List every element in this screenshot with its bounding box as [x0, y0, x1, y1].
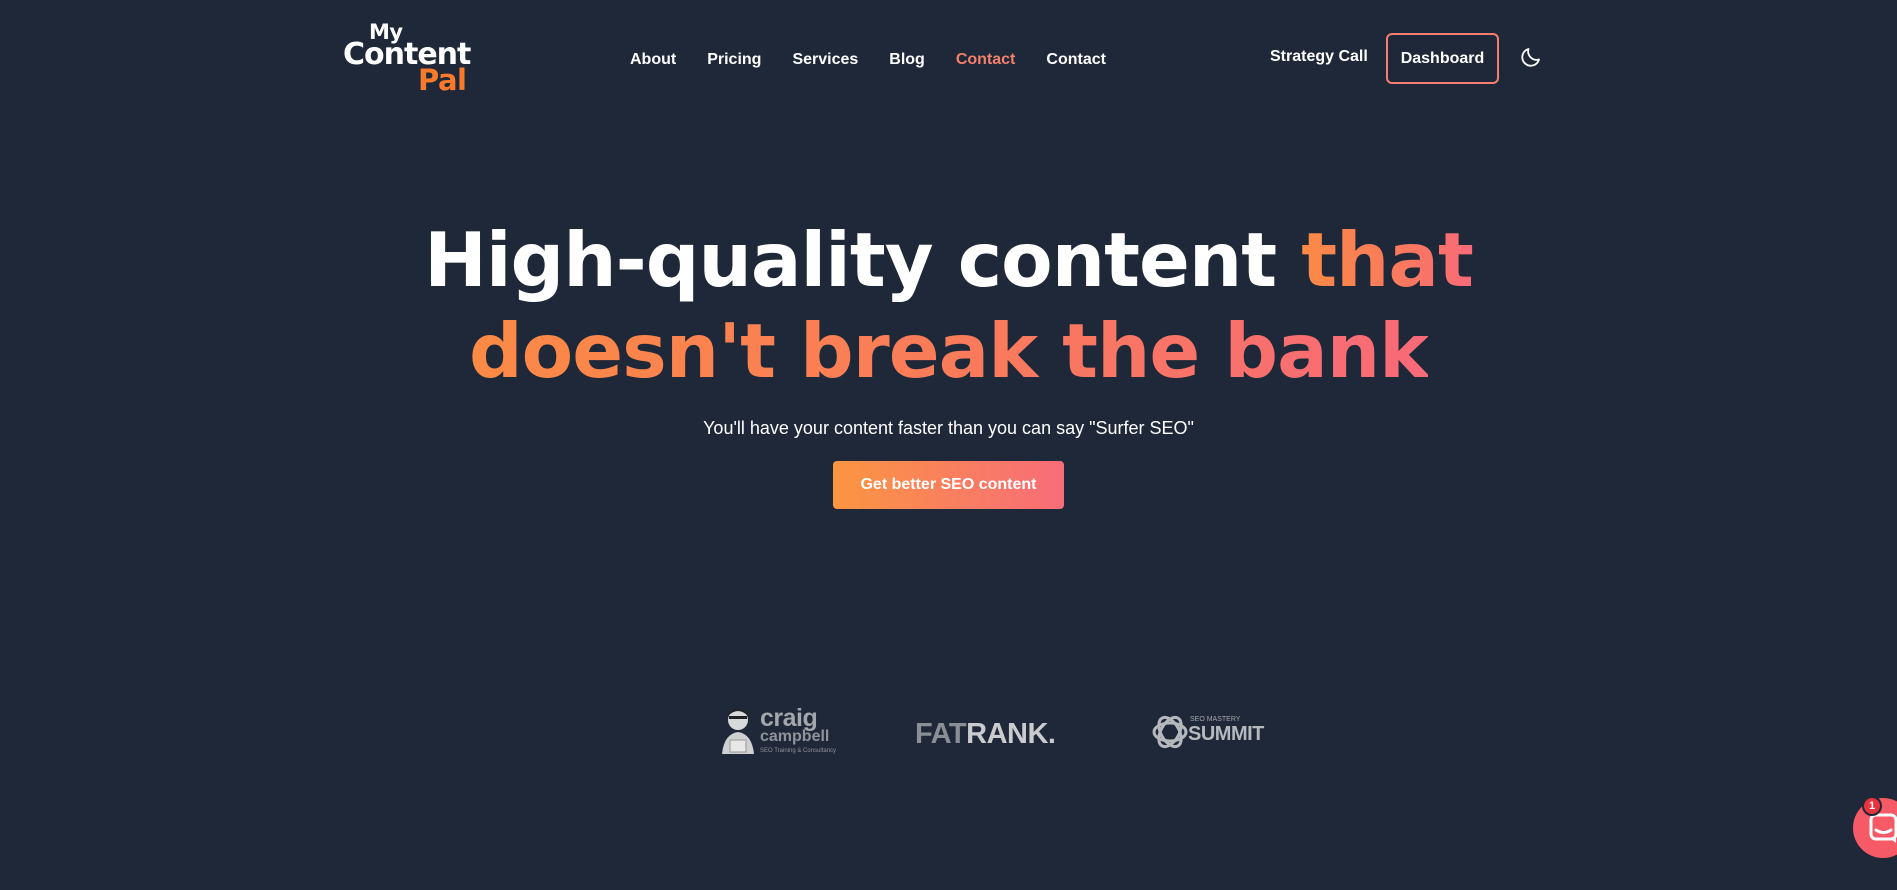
page: My Content Pal About Pricing Services Bl… [0, 0, 1897, 890]
hero-headline-accent-2: doesn't break the bank [469, 307, 1429, 395]
cta-button[interactable]: Get better SEO content [833, 461, 1064, 509]
nav-item-contact-active[interactable]: Contact [956, 51, 1016, 69]
logo-line-pal: Pal [418, 63, 467, 97]
site-logo[interactable]: My Content Pal [343, 20, 471, 97]
hero-subtitle: You'll have your content faster than you… [703, 418, 1194, 438]
campbell-text: campbell [760, 728, 830, 745]
nav-item-contact[interactable]: Contact [1046, 51, 1106, 69]
summit-big-text: SUMMIT [1188, 723, 1264, 745]
seo-mastery-summit-logo: SEO MASTERY SUMMIT [1152, 710, 1264, 756]
fatrank-rank-text: RANK. [966, 718, 1056, 750]
hero-headline-accent-1: that [1301, 216, 1474, 304]
craig-campbell-logo: craig campbell SEO Training & Consultanc… [720, 704, 836, 758]
nav-item-about[interactable]: About [630, 51, 676, 69]
theme-toggle-button[interactable] [1519, 45, 1543, 69]
fatrank-logo: FATRANK. [915, 718, 1056, 751]
nav-item-services[interactable]: Services [792, 51, 858, 69]
dashboard-button[interactable]: Dashboard [1386, 33, 1499, 84]
person-icon [722, 709, 754, 754]
nav-item-pricing[interactable]: Pricing [707, 51, 761, 69]
fatrank-fat-text: FAT [915, 718, 967, 750]
chat-notification-badge: 1 [1862, 796, 1882, 816]
nav-item-blog[interactable]: Blog [889, 51, 925, 69]
strategy-call-link[interactable]: Strategy Call [1270, 48, 1368, 66]
hero-headline: High-quality content that doesn't break … [0, 215, 1897, 397]
craig-tagline: SEO Training & Consultancy [760, 748, 837, 754]
hero-headline-white: High-quality content [424, 216, 1302, 304]
summit-emblem-icon [1152, 715, 1188, 749]
main-nav: About Pricing Services Blog Contact Cont… [630, 48, 1137, 72]
moon-icon [1521, 48, 1540, 67]
summit-small-text: SEO MASTERY [1190, 716, 1241, 723]
site-header: My Content Pal About Pricing Services Bl… [0, 0, 1897, 118]
